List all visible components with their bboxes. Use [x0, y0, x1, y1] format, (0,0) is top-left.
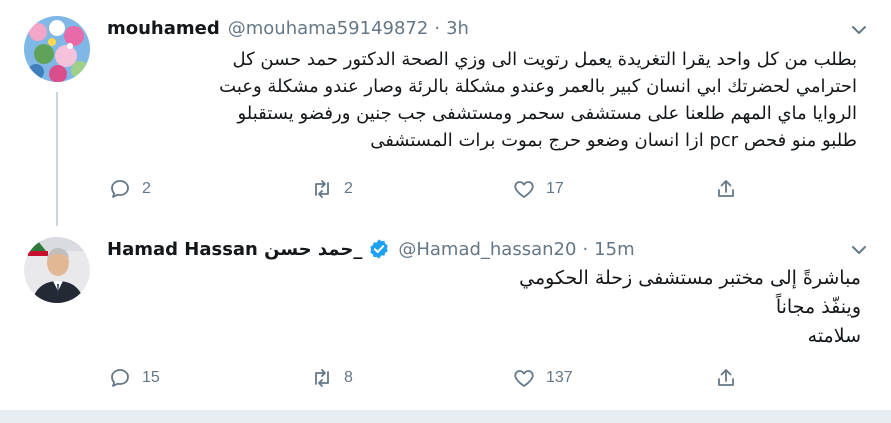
tweet-text-line: مباشرةً إلى مختبر مستشفى زحلة الحكومي [519, 267, 861, 289]
tweet-text-line: الروايا ماي المهم طلعنا على مستشفى سحمر … [237, 103, 857, 124]
timeline-divider [0, 410, 891, 423]
retweet-button[interactable]: 8 [310, 366, 512, 390]
separator: · [582, 238, 589, 260]
share-button[interactable] [714, 366, 748, 390]
chevron-down-icon[interactable] [849, 20, 869, 40]
display-name[interactable]: mouhamed [107, 18, 220, 39]
tweet[interactable]: mouhamed @mouhama59149872 · 3h بطلب من ك… [0, 0, 891, 226]
avatar[interactable] [24, 16, 90, 82]
tweet-text-line: سلامته [807, 325, 861, 347]
user-handle[interactable]: @Hamad_hassan20 [398, 239, 576, 260]
reply-button[interactable]: 2 [108, 177, 310, 201]
retweet-count: 2 [344, 180, 353, 197]
tweet-text-line: طلبو منو فحص pcr ازا انسان وضعو حرج بموت… [370, 130, 857, 151]
tweet-text-line: وينفّذ مجاناً [775, 296, 861, 318]
retweet-button[interactable]: 2 [310, 177, 512, 201]
tweet-text: بطلب من كل واحد يقرا التغريدة يعمل رتويت… [120, 46, 857, 154]
like-count: 17 [546, 180, 564, 197]
reply-icon [111, 180, 129, 198]
retweet-icon [315, 180, 329, 198]
heart-icon [514, 181, 534, 198]
tweet-text-line: احترامي لحضرتك ابي انسان كبير بالعمر وعن… [219, 76, 857, 97]
thread-line [56, 92, 58, 226]
user-handle[interactable]: @mouhama59149872 [228, 18, 429, 39]
like-button[interactable]: 137 [512, 366, 714, 390]
share-button[interactable] [714, 177, 748, 201]
retweet-icon [315, 369, 329, 387]
tweet-actions: 2 2 17 [108, 177, 748, 201]
like-count: 137 [546, 369, 573, 386]
share-icon [718, 180, 734, 197]
tweet-text-block: مباشرةً إلى مختبر مستشفى زحلة الحكومي وي… [495, 264, 861, 351]
avatar[interactable] [24, 237, 90, 303]
verified-badge-icon [370, 239, 389, 259]
reply-icon [111, 369, 129, 387]
reply-button[interactable]: 15 [108, 366, 310, 390]
retweet-count: 8 [344, 369, 353, 386]
share-icon [718, 369, 734, 386]
display-name[interactable]: Hamad Hassan حمد حسن_ [107, 239, 362, 260]
tweet[interactable]: Hamad Hassan حمد حسن_ @Hamad_hassan20 · … [0, 220, 891, 410]
heart-icon [514, 370, 534, 387]
tweet-header: Hamad Hassan حمد حسن_ @Hamad_hassan20 · … [107, 238, 635, 260]
reply-count: 2 [142, 180, 151, 197]
timestamp[interactable]: 3h [446, 18, 469, 39]
reply-count: 15 [142, 369, 160, 386]
chevron-down-icon[interactable] [849, 240, 869, 260]
separator: · [434, 18, 441, 39]
tweet-actions: 15 8 137 [108, 366, 748, 390]
timestamp[interactable]: 15m [594, 239, 634, 260]
tweet-header: mouhamed @mouhama59149872 · 3h [107, 18, 469, 39]
like-button[interactable]: 17 [512, 177, 714, 201]
tweet-text-line: بطلب من كل واحد يقرا التغريدة يعمل رتويت… [232, 49, 857, 70]
